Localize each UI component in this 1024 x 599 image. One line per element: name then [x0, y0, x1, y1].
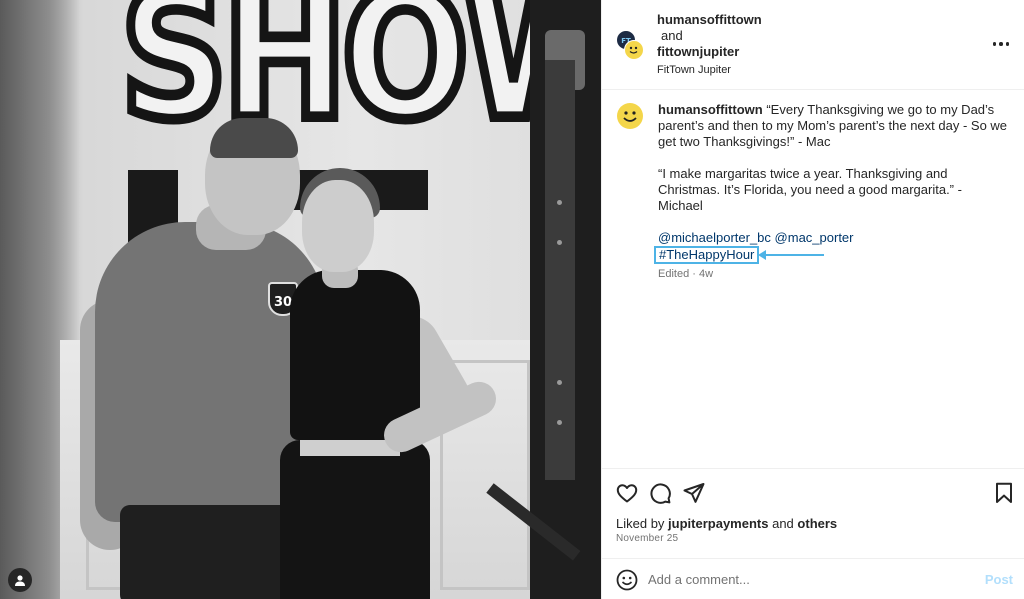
post-header: FT humansoffittown and fittownjupiter Fi… — [602, 0, 1024, 90]
post-location[interactable]: FitTown Jupiter — [657, 62, 762, 78]
post-authors: humansoffittown and fittownjupiter FitTo… — [657, 12, 762, 78]
caption-text: humansoffittown “Every Thanksgiving we g… — [654, 102, 1008, 282]
highlight-arrow — [758, 250, 824, 260]
likes-others[interactable]: others — [797, 516, 837, 531]
heart-icon[interactable] — [615, 481, 639, 505]
woman-top — [290, 270, 420, 440]
collab-avatar-icon[interactable]: FT — [616, 30, 646, 60]
caption-quote-michael: “I make margaritas twice a year. Thanksg… — [658, 166, 962, 213]
comment-icon[interactable] — [648, 481, 672, 505]
wall-sign-text: SHOW — [116, 0, 601, 160]
mention-link[interactable]: @michaelporter_bc — [658, 230, 771, 245]
more-options-icon[interactable] — [991, 34, 1011, 54]
smiley-icon — [629, 46, 638, 54]
likes-user[interactable]: jupiterpayments — [668, 516, 768, 531]
emoji-icon[interactable] — [616, 569, 638, 591]
gym-rig-post — [545, 60, 575, 480]
author-conjunction: and — [661, 28, 683, 43]
post-sidebar: FT humansoffittown and fittownjupiter Fi… — [601, 0, 1024, 599]
post-comment-button[interactable]: Post — [985, 572, 1013, 587]
likes-prefix: Liked by — [616, 516, 665, 531]
likes-connector: and — [772, 516, 794, 531]
post-photo[interactable]: SHOW 30 — [0, 0, 601, 599]
tagged-users-button[interactable] — [8, 568, 32, 592]
share-icon[interactable] — [682, 481, 706, 505]
post-caption: humansoffittown “Every Thanksgiving we g… — [602, 90, 1024, 468]
rig-hole — [557, 380, 562, 385]
comment-input[interactable] — [648, 568, 968, 590]
author-username[interactable]: humansoffittown — [657, 12, 762, 28]
user-icon — [15, 575, 25, 586]
avatar — [624, 40, 644, 60]
mention-link[interactable]: @mac_porter — [775, 230, 854, 245]
rig-hole — [557, 200, 562, 205]
man-hair — [210, 118, 298, 158]
bookmark-icon[interactable] — [992, 481, 1016, 505]
smiley-icon — [617, 103, 643, 129]
post-actions: Liked by jupiterpayments and others Nove… — [602, 468, 1024, 558]
caption-author[interactable]: humansoffittown — [658, 102, 763, 117]
collaborator-username[interactable]: fittownjupiter — [657, 44, 762, 60]
rig-hole — [557, 240, 562, 245]
man-shorts — [120, 505, 290, 599]
likes-summary[interactable]: Liked by jupiterpayments and others — [616, 516, 837, 531]
rig-hole — [557, 420, 562, 425]
woman-shorts — [280, 440, 430, 599]
caption-avatar[interactable] — [616, 102, 644, 130]
caption-meta: Edited · 4w — [658, 268, 714, 280]
hashtag-link[interactable]: #TheHappyHour — [654, 246, 760, 264]
woman-head — [302, 180, 374, 272]
comment-bar: Post — [602, 558, 1024, 599]
post-date[interactable]: November 25 — [616, 533, 678, 544]
